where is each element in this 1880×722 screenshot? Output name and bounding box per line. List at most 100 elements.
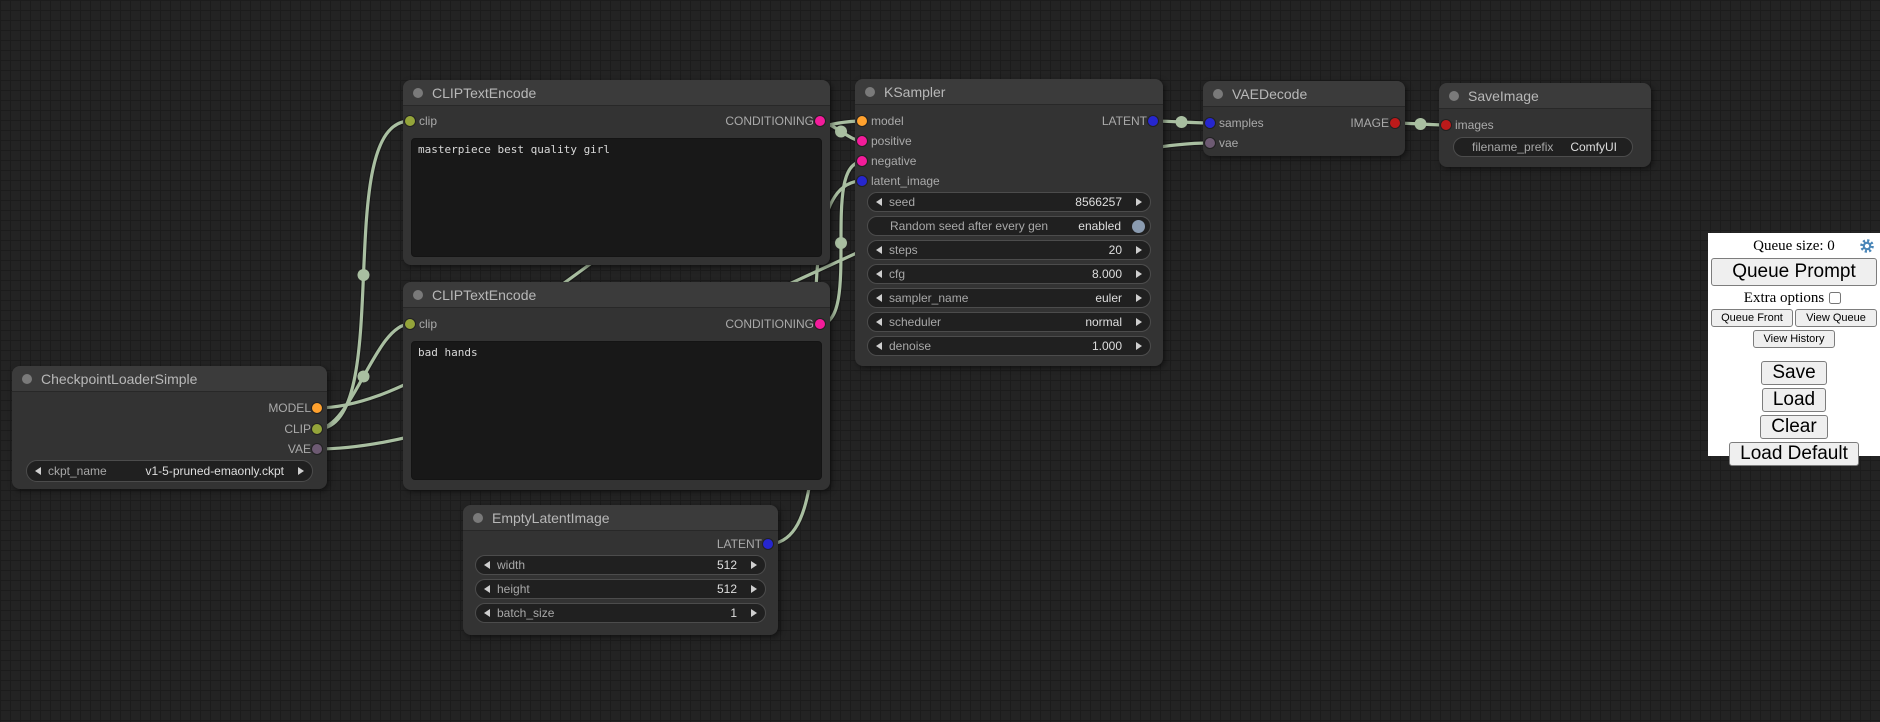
ckpt-name-widget[interactable]: ckpt_name v1-5-pruned-emaonly.ckpt: [26, 460, 313, 482]
node-title-bar[interactable]: KSampler: [855, 79, 1163, 105]
link-dot[interactable]: [358, 269, 370, 281]
increment-arrow-icon[interactable]: [751, 561, 757, 569]
node-save-image[interactable]: SaveImage images filename_prefix ComfyUI: [1439, 83, 1651, 167]
input-slot-clip[interactable]: clip: [403, 111, 437, 131]
node-empty-latent-image[interactable]: EmptyLatentImage LATENT width 512 height…: [463, 505, 778, 635]
node-title-bar[interactable]: CheckpointLoaderSimple: [12, 366, 327, 392]
node-title-bar[interactable]: VAEDecode: [1203, 81, 1405, 107]
increment-arrow-icon[interactable]: [751, 585, 757, 593]
node-title-bar[interactable]: CLIPTextEncode: [403, 282, 830, 308]
width-widget[interactable]: width 512: [475, 555, 766, 575]
seed-widget[interactable]: seed 8566257: [867, 192, 1151, 212]
cfg-widget[interactable]: cfg 8.000: [867, 264, 1151, 284]
view-queue-button[interactable]: View Queue: [1795, 309, 1877, 327]
vae-slot-icon[interactable]: [312, 444, 322, 454]
conditioning-slot-icon[interactable]: [857, 156, 867, 166]
increment-arrow-icon[interactable]: [1136, 294, 1142, 302]
denoise-widget[interactable]: denoise 1.000: [867, 336, 1151, 356]
output-slot-image[interactable]: IMAGE: [1350, 113, 1405, 133]
conditioning-slot-icon[interactable]: [815, 319, 825, 329]
input-slot-negative[interactable]: negative: [855, 151, 916, 171]
decrement-arrow-icon[interactable]: [876, 318, 882, 326]
collapse-dot-icon[interactable]: [22, 374, 32, 384]
decrement-arrow-icon[interactable]: [484, 609, 490, 617]
conditioning-slot-icon[interactable]: [815, 116, 825, 126]
output-slot-latent[interactable]: LATENT: [1102, 111, 1163, 131]
node-title-bar[interactable]: EmptyLatentImage: [463, 505, 778, 531]
clear-button[interactable]: Clear: [1760, 415, 1827, 439]
queue-prompt-button[interactable]: Queue Prompt: [1711, 258, 1877, 286]
toggle-on-icon[interactable]: [1132, 220, 1145, 233]
filename-prefix-widget[interactable]: filename_prefix ComfyUI: [1453, 137, 1633, 157]
collapse-dot-icon[interactable]: [1449, 91, 1459, 101]
input-slot-positive[interactable]: positive: [855, 131, 912, 151]
collapse-dot-icon[interactable]: [413, 88, 423, 98]
link-dot[interactable]: [1415, 118, 1427, 130]
output-slot-clip[interactable]: CLIP: [284, 419, 327, 439]
latent-slot-icon[interactable]: [857, 176, 867, 186]
load-button[interactable]: Load: [1762, 388, 1826, 412]
output-slot-conditioning[interactable]: CONDITIONING: [725, 111, 830, 131]
collapse-dot-icon[interactable]: [1213, 89, 1223, 99]
latent-slot-icon[interactable]: [1205, 118, 1215, 128]
collapse-dot-icon[interactable]: [473, 513, 483, 523]
queue-front-button[interactable]: Queue Front: [1711, 309, 1793, 327]
output-slot-conditioning[interactable]: CONDITIONING: [725, 314, 830, 334]
collapse-dot-icon[interactable]: [413, 290, 423, 300]
batch-size-widget[interactable]: batch_size 1: [475, 603, 766, 623]
increment-arrow-icon[interactable]: [1136, 270, 1142, 278]
scheduler-widget[interactable]: scheduler normal: [867, 312, 1151, 332]
image-slot-icon[interactable]: [1390, 118, 1400, 128]
output-slot-vae[interactable]: VAE: [288, 439, 327, 459]
decrement-arrow-icon[interactable]: [484, 585, 490, 593]
node-vae-decode[interactable]: VAEDecode samples vae IMAGE: [1203, 81, 1405, 156]
input-slot-vae[interactable]: vae: [1203, 133, 1238, 153]
increment-arrow-icon[interactable]: [1136, 342, 1142, 350]
increment-arrow-icon[interactable]: [1136, 198, 1142, 206]
increment-arrow-icon[interactable]: [751, 609, 757, 617]
node-checkpoint-loader[interactable]: CheckpointLoaderSimple MODEL CLIP VAE ck…: [12, 366, 327, 489]
load-default-button[interactable]: Load Default: [1729, 442, 1859, 466]
image-slot-icon[interactable]: [1441, 120, 1451, 130]
clip-slot-icon[interactable]: [405, 116, 415, 126]
extra-options-checkbox[interactable]: [1829, 292, 1841, 304]
clip-slot-icon[interactable]: [312, 424, 322, 434]
link-dot[interactable]: [835, 237, 847, 249]
decrement-arrow-icon[interactable]: [35, 467, 41, 475]
positive-prompt-textarea[interactable]: masterpiece best quality girl: [411, 138, 822, 257]
view-history-button[interactable]: View History: [1753, 330, 1836, 348]
link-dot[interactable]: [835, 126, 847, 138]
link-dot[interactable]: [1176, 116, 1188, 128]
output-slot-latent[interactable]: LATENT: [717, 534, 778, 554]
latent-slot-icon[interactable]: [1148, 116, 1158, 126]
random-seed-toggle[interactable]: Random seed after every gen enabled: [867, 216, 1151, 236]
model-slot-icon[interactable]: [857, 116, 867, 126]
input-slot-images[interactable]: images: [1439, 115, 1494, 135]
conditioning-slot-icon[interactable]: [857, 136, 867, 146]
latent-slot-icon[interactable]: [763, 539, 773, 549]
input-slot-samples[interactable]: samples: [1203, 113, 1264, 133]
model-slot-icon[interactable]: [312, 403, 322, 413]
clip-slot-icon[interactable]: [405, 319, 415, 329]
steps-widget[interactable]: steps 20: [867, 240, 1151, 260]
decrement-arrow-icon[interactable]: [876, 270, 882, 278]
increment-arrow-icon[interactable]: [1136, 246, 1142, 254]
decrement-arrow-icon[interactable]: [876, 294, 882, 302]
input-slot-model[interactable]: model: [855, 111, 904, 131]
node-title-bar[interactable]: CLIPTextEncode: [403, 80, 830, 106]
input-slot-clip[interactable]: clip: [403, 314, 437, 334]
increment-arrow-icon[interactable]: [298, 467, 304, 475]
decrement-arrow-icon[interactable]: [876, 198, 882, 206]
node-title-bar[interactable]: SaveImage: [1439, 83, 1651, 109]
increment-arrow-icon[interactable]: [1136, 318, 1142, 326]
vae-slot-icon[interactable]: [1205, 138, 1215, 148]
node-clip-text-encode-negative[interactable]: CLIPTextEncode clip CONDITIONING bad han…: [403, 282, 830, 490]
node-ksampler[interactable]: KSampler model positive negative latent_…: [855, 79, 1163, 366]
decrement-arrow-icon[interactable]: [876, 342, 882, 350]
comfyui-canvas[interactable]: { "colors": { "wire": "#a9bfa1", "slot_m…: [0, 0, 1880, 722]
decrement-arrow-icon[interactable]: [876, 246, 882, 254]
save-button[interactable]: Save: [1761, 361, 1826, 385]
negative-prompt-textarea[interactable]: bad hands: [411, 341, 822, 480]
decrement-arrow-icon[interactable]: [484, 561, 490, 569]
settings-gear-icon[interactable]: [1859, 238, 1875, 259]
